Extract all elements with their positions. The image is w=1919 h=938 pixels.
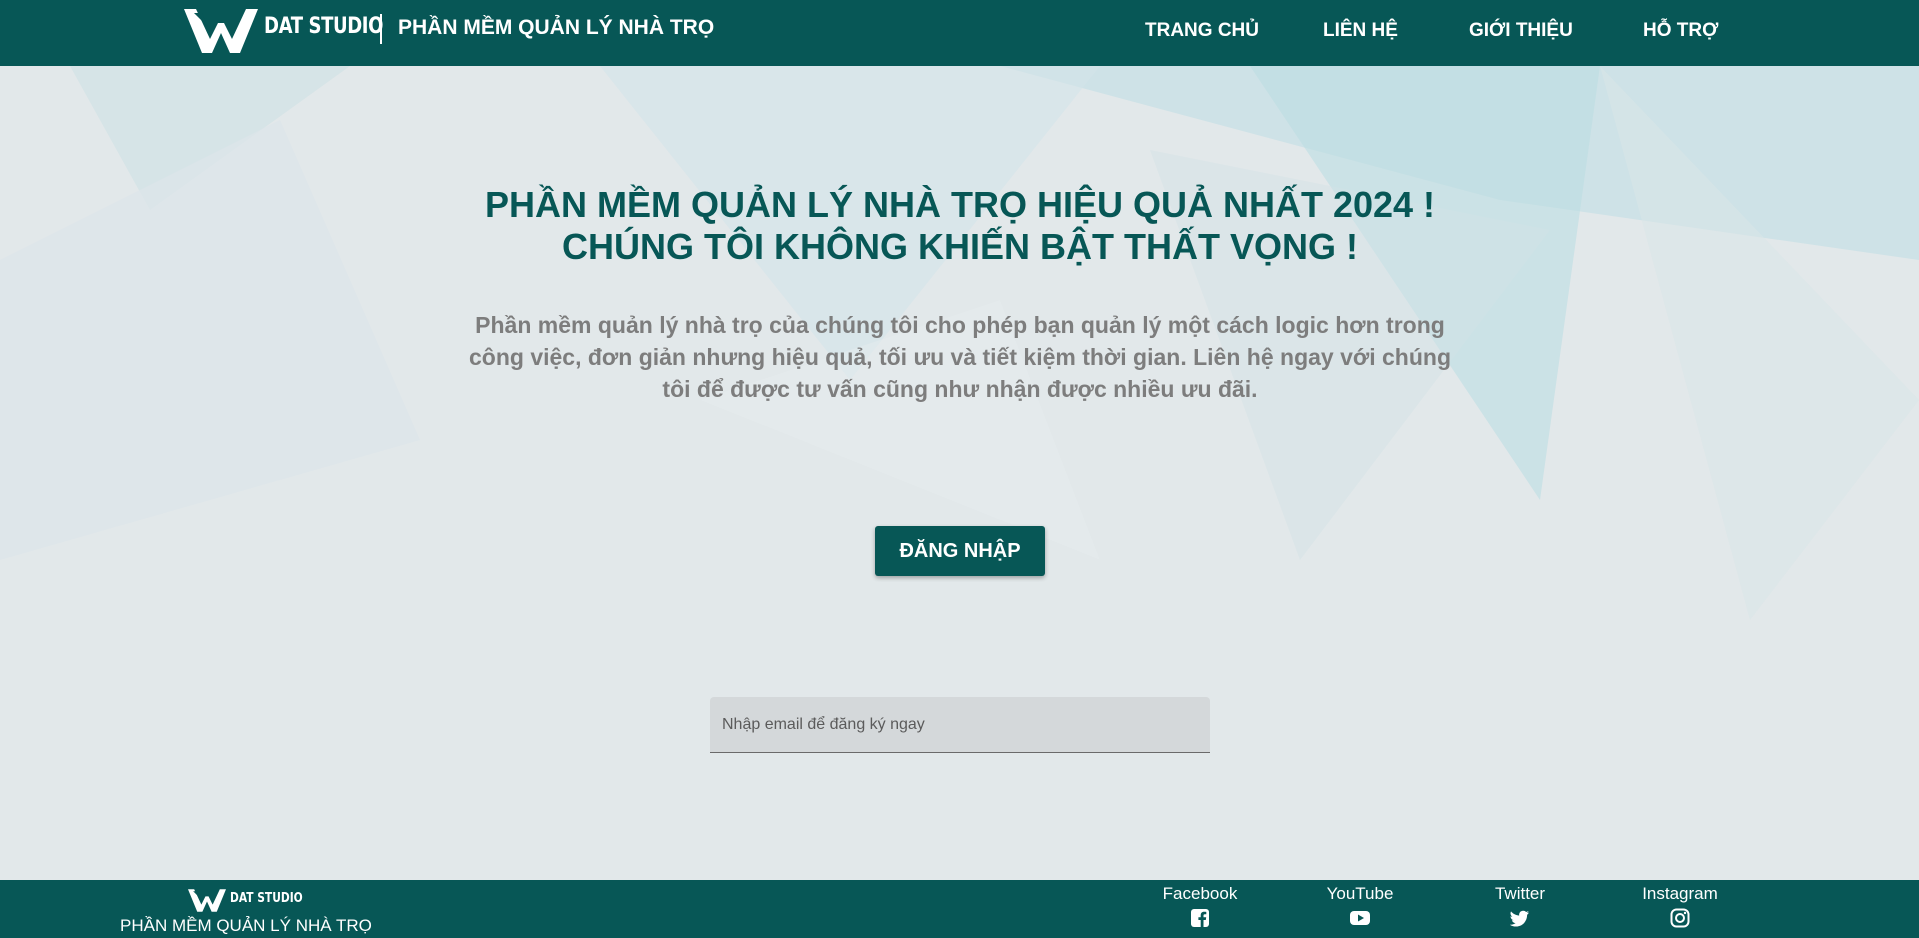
- email-signup-input[interactable]: [710, 697, 1210, 753]
- youtube-link[interactable]: YouTube: [1300, 884, 1420, 928]
- studio-logo-icon[interactable]: [184, 9, 258, 55]
- top-navbar: DAT STUDIO PHẦN MỀM QUẢN LÝ NHÀ TRỌ TRAN…: [0, 0, 1919, 66]
- facebook-label: Facebook: [1162, 884, 1238, 903]
- footer-logo-icon: [188, 889, 226, 912]
- twitter-icon: [1510, 910, 1529, 927]
- login-button[interactable]: ĐĂNG NHẬP: [875, 526, 1045, 576]
- hero-title: PHẦN MỀM QUẢN LÝ NHÀ TRỌ HIỆU QUẢ NHẤT 2…: [360, 184, 1560, 268]
- youtube-label: YouTube: [1326, 884, 1394, 903]
- nav-contact[interactable]: LIÊN HỆ: [1323, 20, 1398, 42]
- instagram-icon: [1670, 908, 1690, 928]
- facebook-icon: [1191, 909, 1209, 927]
- footer-app-name: PHẦN MỀM QUẢN LÝ NHÀ TRỌ: [120, 916, 372, 935]
- footer: DAT STUDIO PHẦN MỀM QUẢN LÝ NHÀ TRỌ Face…: [0, 880, 1919, 938]
- header-divider: [380, 14, 382, 44]
- twitter-link[interactable]: Twitter: [1460, 884, 1580, 928]
- instagram-link[interactable]: Instagram: [1620, 884, 1740, 928]
- hero-title-line-2: CHÚNG TÔI KHÔNG KHIẾN BẬT THẤT VỌNG !: [562, 226, 1358, 267]
- instagram-label: Instagram: [1642, 884, 1718, 903]
- facebook-link[interactable]: Facebook: [1140, 884, 1260, 928]
- youtube-icon: [1350, 911, 1370, 925]
- hero-title-line-1: PHẦN MỀM QUẢN LÝ NHÀ TRỌ HIỆU QUẢ NHẤT 2…: [484, 184, 1436, 225]
- twitter-label: Twitter: [1494, 884, 1546, 903]
- nav-support[interactable]: HỖ TRỢ: [1643, 20, 1718, 42]
- hero-description: Phần mềm quản lý nhà trọ của chúng tôi c…: [468, 312, 1451, 402]
- background-pattern: [0, 0, 1919, 938]
- footer-brand-name: DAT STUDIO: [230, 891, 303, 906]
- app-title: PHẦN MỀM QUẢN LÝ NHÀ TRỌ: [398, 16, 715, 39]
- brand-name: DAT STUDIO: [264, 14, 384, 39]
- nav-home[interactable]: TRANG CHỦ: [1145, 20, 1259, 42]
- nav-about[interactable]: GIỚI THIỆU: [1469, 20, 1573, 42]
